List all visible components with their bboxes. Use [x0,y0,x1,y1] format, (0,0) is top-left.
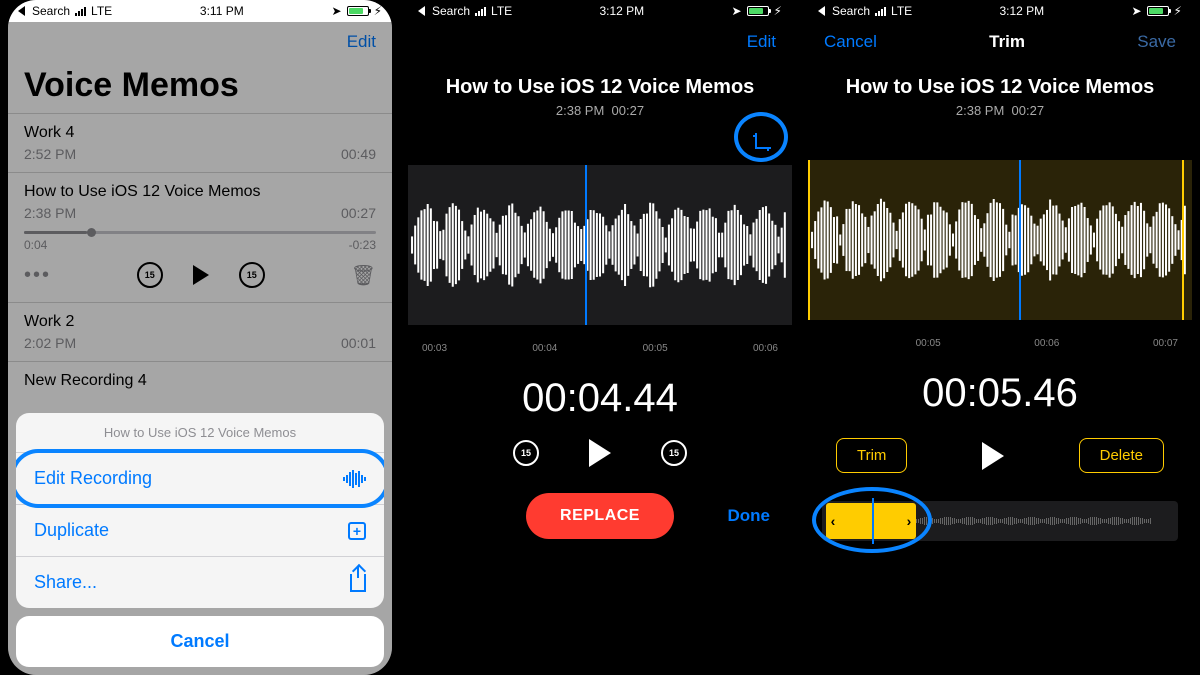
duplicate-icon: + [348,522,366,540]
recording-title: How to Use iOS 12 Voice Memos [808,76,1192,99]
trim-button[interactable]: Trim [836,438,907,473]
charging-icon: ⚡︎ [374,4,382,18]
carrier-label: LTE [891,4,912,18]
statusbar-clock: 3:12 PM [599,4,644,18]
statusbar-clock: 3:11 PM [200,4,244,18]
trim-icon[interactable] [752,132,772,157]
play-button[interactable] [589,439,611,467]
current-time: 00:05.46 [808,371,1192,416]
cancel-button[interactable]: Cancel [824,32,877,52]
timeline-ruler: 00:0500:0600:07 [808,320,1192,349]
overview-playhead[interactable] [872,498,874,544]
share-button[interactable]: Share... [16,556,384,608]
screenshot-1: Search LTE 3:11 PM ➤ ⚡︎ Edit Voice Memos… [8,0,392,675]
trim-end-handle[interactable] [1182,160,1184,320]
carrier-label: LTE [91,4,112,18]
overview-scrubber[interactable]: ‹ › [822,501,1178,541]
trim-grip-right-icon[interactable]: › [905,503,913,539]
playhead[interactable] [585,165,587,325]
statusbar-back[interactable]: Search [32,4,70,18]
recording-title: How to Use iOS 12 Voice Memos [408,76,792,99]
trim-grip-left-icon[interactable]: ‹ [829,503,837,539]
playhead[interactable] [1019,160,1021,320]
edit-button[interactable]: Edit [747,32,776,52]
edit-recording-button[interactable]: Edit Recording [16,452,384,504]
back-chevron-icon [18,6,25,16]
trim-start-handle[interactable] [808,160,810,320]
done-button[interactable]: Done [728,506,771,526]
carrier-label: LTE [491,4,512,18]
status-bar: Search LTE 3:12 PM ➤ ⚡︎ [808,0,1192,22]
recording-subtitle: 2:38 PM 00:27 [808,103,1192,118]
timeline-ruler: 00:0300:0400:0500:06 [408,325,792,354]
replace-button[interactable]: REPLACE [526,493,674,539]
screenshot-3: Search LTE 3:12 PM ➤ ⚡︎ Cancel Trim Save… [808,0,1192,675]
signal-icon [475,6,486,16]
status-bar: Search LTE 3:11 PM ➤ ⚡︎ [8,0,392,22]
skip-back-15-button[interactable]: 15 [513,440,539,466]
location-icon: ➤ [1131,4,1141,18]
share-icon [350,574,366,592]
battery-icon [347,6,369,16]
location-icon: ➤ [731,4,741,18]
skip-forward-15-button[interactable]: 15 [661,440,687,466]
charging-icon: ⚡︎ [1174,4,1182,18]
action-sheet: How to Use iOS 12 Voice Memos Edit Recor… [16,413,384,667]
location-icon: ➤ [332,4,342,18]
waveform-display[interactable] [408,165,792,325]
signal-icon [875,6,886,16]
play-button[interactable] [982,442,1004,470]
back-chevron-icon [418,6,425,16]
statusbar-clock: 3:12 PM [999,4,1044,18]
waveform-icon [343,470,366,488]
delete-button[interactable]: Delete [1079,438,1164,473]
status-bar: Search LTE 3:12 PM ➤ ⚡︎ [408,0,792,22]
battery-icon [1147,6,1169,16]
save-button[interactable]: Save [1137,32,1176,52]
charging-icon: ⚡︎ [774,4,782,18]
recording-subtitle: 2:38 PM 00:27 [408,103,792,118]
waveform-icon [408,165,792,325]
waveform-icon [808,160,1192,320]
cancel-button[interactable]: Cancel [16,616,384,667]
duplicate-button[interactable]: Duplicate + [16,504,384,556]
nav-title: Trim [989,32,1025,52]
action-sheet-title: How to Use iOS 12 Voice Memos [16,413,384,452]
statusbar-back[interactable]: Search [432,4,470,18]
battery-icon [747,6,769,16]
overview-selection[interactable]: ‹ › [826,503,916,539]
current-time: 00:04.44 [408,376,792,421]
back-chevron-icon [818,6,825,16]
screenshot-2: Search LTE 3:12 PM ➤ ⚡︎ Edit How to Use … [408,0,792,675]
waveform-display[interactable] [808,160,1192,320]
statusbar-back[interactable]: Search [832,4,870,18]
signal-icon [75,6,86,16]
